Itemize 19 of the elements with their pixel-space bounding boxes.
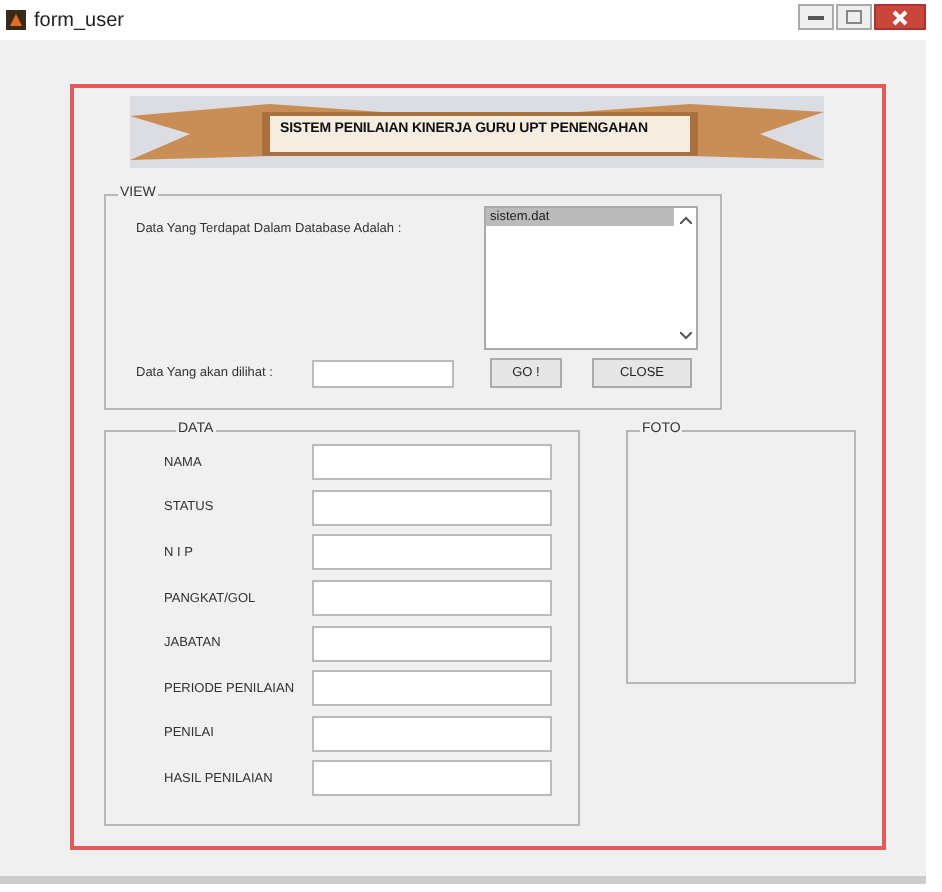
input-field[interactable] <box>312 625 552 662</box>
input-field[interactable] <box>312 715 552 752</box>
minimize-button[interactable] <box>798 4 834 30</box>
input-field[interactable] <box>312 580 552 617</box>
input-field[interactable] <box>312 670 552 707</box>
input-field[interactable] <box>312 534 552 571</box>
maximize-button[interactable] <box>836 4 872 30</box>
app-icon <box>6 10 26 30</box>
input-field[interactable] <box>312 489 552 526</box>
input-field[interactable] <box>312 444 552 481</box>
minimize-icon <box>808 13 824 21</box>
close-button[interactable] <box>874 4 926 30</box>
window-title: form_user <box>34 9 125 31</box>
scroll-down-icon[interactable] <box>679 332 691 340</box>
input-field[interactable] <box>312 359 454 387</box>
input-field[interactable] <box>312 760 552 797</box>
scroll-up-icon[interactable] <box>679 216 691 224</box>
maximize-icon <box>846 10 862 24</box>
close-icon <box>892 9 908 25</box>
